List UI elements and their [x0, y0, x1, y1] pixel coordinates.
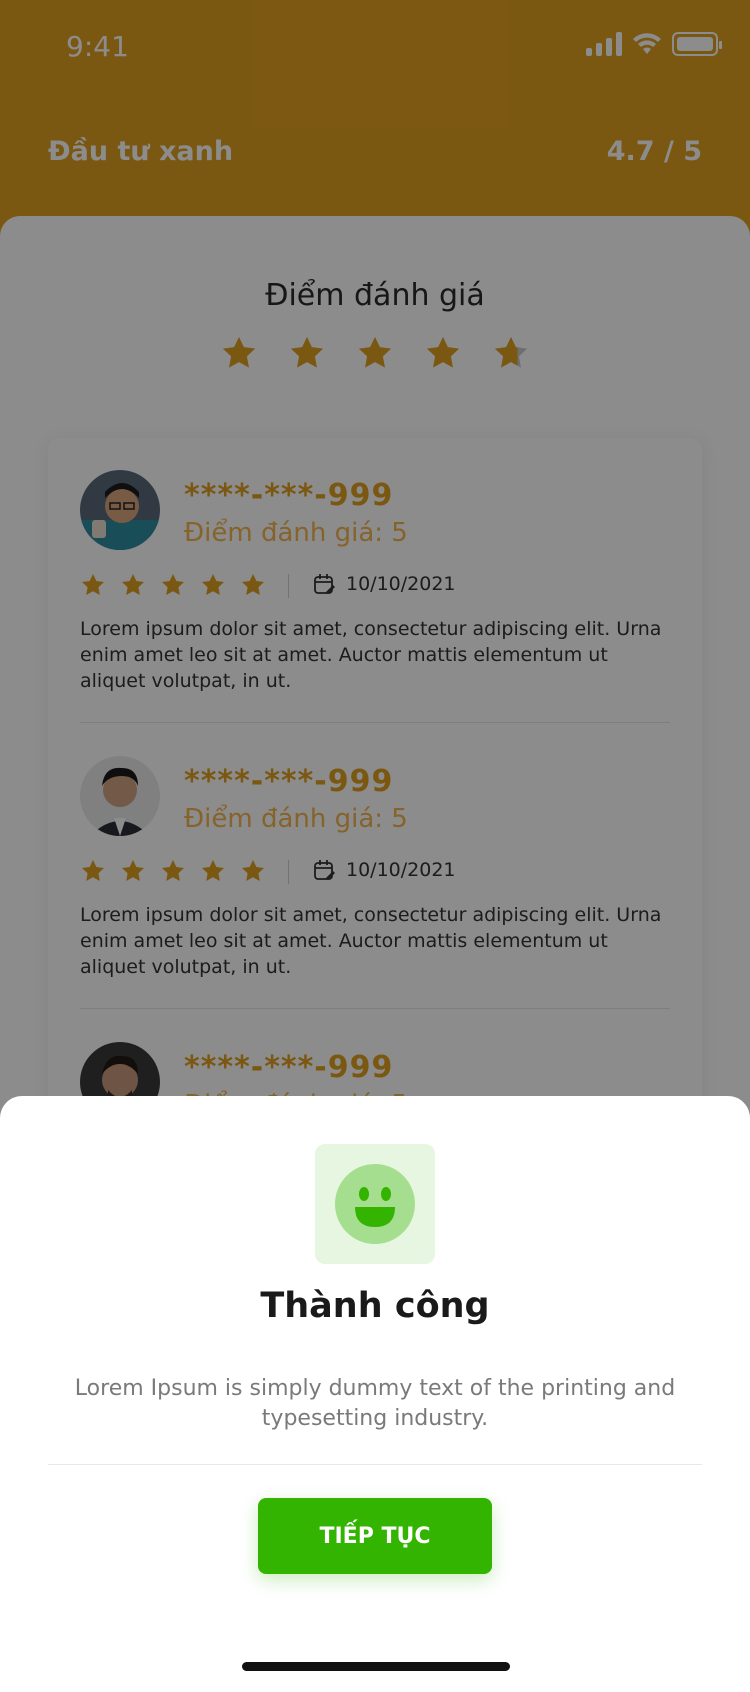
continue-button[interactable]: TIẾP TỤC [258, 1498, 492, 1574]
smile-icon-box [315, 1144, 435, 1264]
success-modal: Thành công Lorem Ipsum is simply dummy t… [0, 1096, 750, 1692]
smile-icon [335, 1164, 415, 1244]
modal-description: Lorem Ipsum is simply dummy text of the … [74, 1376, 676, 1431]
home-indicator [242, 1662, 510, 1671]
divider [48, 1464, 702, 1465]
modal-title: Thành công [260, 1286, 490, 1326]
